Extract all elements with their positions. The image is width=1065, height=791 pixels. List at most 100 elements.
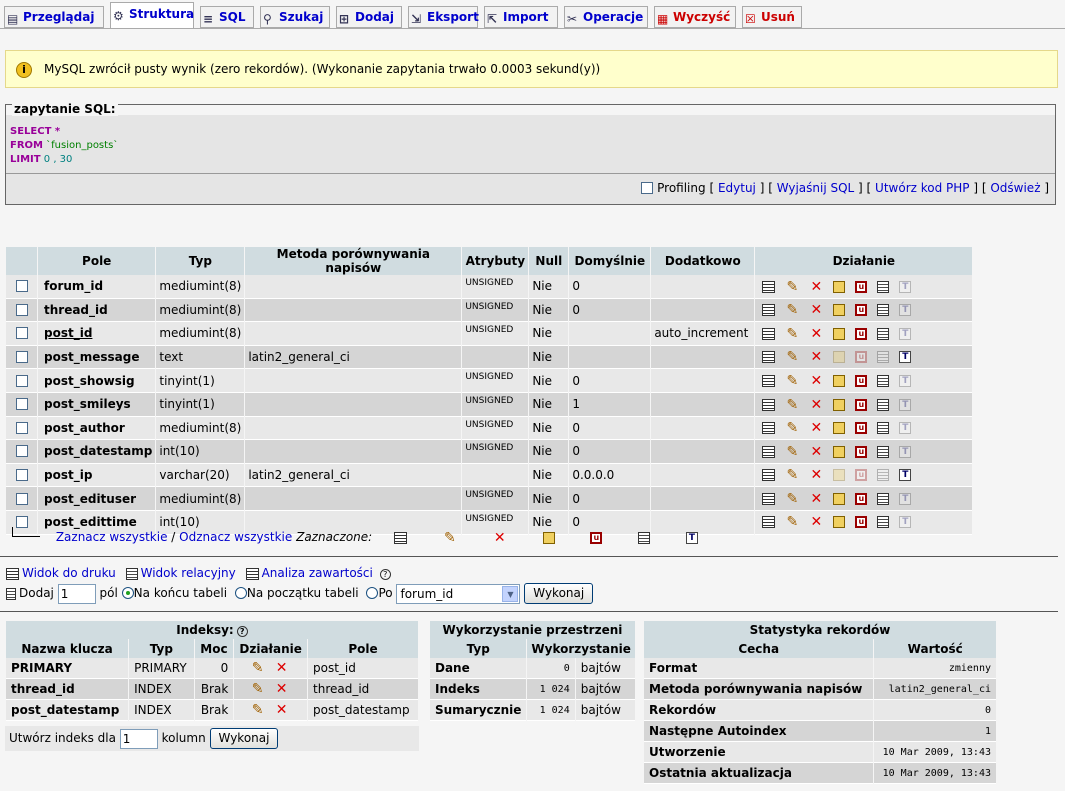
row-checkbox[interactable] — [15, 492, 28, 505]
drop-icon[interactable]: ✕ — [809, 445, 823, 459]
unique-icon[interactable]: u — [855, 351, 868, 364]
browse-values-icon[interactable] — [762, 445, 776, 458]
fulltext-icon[interactable]: T — [899, 374, 912, 387]
unique-icon[interactable]: u — [855, 492, 868, 505]
unique-icon[interactable]: u — [855, 304, 868, 317]
edit-icon[interactable]: ✎ — [785, 445, 799, 459]
unique-icon[interactable]: u — [855, 280, 868, 293]
browse-values-icon[interactable] — [762, 327, 776, 340]
row-checkbox[interactable] — [15, 374, 28, 387]
drop-icon[interactable]: ✕ — [275, 703, 289, 717]
create-index-go-button[interactable]: Wykonaj — [209, 728, 279, 749]
row-checkbox[interactable] — [15, 469, 28, 482]
browse-values-icon[interactable] — [762, 398, 776, 411]
index-icon[interactable] — [877, 398, 890, 411]
edit-icon[interactable]: ✎ — [785, 492, 799, 506]
at-end-radio[interactable] — [121, 587, 134, 599]
drop-icon[interactable]: ✕ — [275, 682, 289, 696]
edit-selected-icon[interactable]: ✎ — [443, 531, 457, 545]
edit-icon[interactable]: ✎ — [785, 350, 799, 364]
index-icon[interactable] — [877, 327, 890, 340]
browse-values-icon[interactable] — [762, 422, 776, 435]
unique-icon[interactable]: u — [855, 327, 868, 340]
help-icon[interactable]: ? — [236, 626, 248, 637]
primary-key-icon[interactable] — [833, 516, 846, 529]
unique-selected-icon[interactable]: u — [590, 531, 603, 544]
primary-key-icon[interactable] — [833, 445, 846, 458]
edit-icon[interactable]: ✎ — [785, 515, 799, 529]
unique-icon[interactable]: u — [855, 445, 868, 458]
fulltext-icon[interactable]: T — [899, 516, 912, 529]
index-icon[interactable] — [877, 445, 890, 458]
browse-values-icon[interactable] — [762, 469, 776, 482]
fulltext-icon[interactable]: T — [899, 492, 912, 505]
after-field-select[interactable]: forum_id ▼ — [396, 583, 521, 604]
drop-icon[interactable]: ✕ — [275, 661, 289, 675]
row-checkbox[interactable] — [15, 421, 28, 434]
tab-drop[interactable]: ☒ Usuń — [742, 6, 802, 28]
tab-empty[interactable]: ▦ Wyczyść — [654, 6, 736, 28]
help-icon[interactable]: ? — [379, 569, 391, 580]
drop-icon[interactable]: ✕ — [809, 515, 823, 529]
primary-key-icon[interactable] — [833, 327, 846, 340]
refresh-link[interactable]: Odśwież — [990, 181, 1040, 195]
edit-icon[interactable]: ✎ — [785, 421, 799, 435]
primary-selected-icon[interactable] — [542, 531, 555, 544]
drop-selected-icon[interactable]: ✕ — [493, 531, 507, 545]
unique-icon[interactable]: u — [855, 374, 868, 387]
drop-icon[interactable]: ✕ — [809, 327, 823, 341]
browse-values-icon[interactable] — [762, 351, 776, 364]
browse-values-icon[interactable] — [762, 374, 776, 387]
row-checkbox[interactable] — [15, 327, 28, 340]
browse-values-icon[interactable] — [762, 492, 776, 505]
index-icon[interactable] — [877, 516, 890, 529]
index-icon[interactable] — [877, 422, 890, 435]
browse-values-icon[interactable] — [762, 280, 776, 293]
edit-icon[interactable]: ✎ — [251, 661, 265, 675]
primary-key-icon[interactable] — [833, 351, 846, 364]
edit-icon[interactable]: ✎ — [785, 303, 799, 317]
primary-key-icon[interactable] — [833, 422, 846, 435]
tab-sql[interactable]: ≡ SQL — [200, 6, 254, 28]
drop-icon[interactable]: ✕ — [809, 421, 823, 435]
row-checkbox[interactable] — [15, 398, 28, 411]
index-icon[interactable] — [877, 351, 890, 364]
row-checkbox[interactable] — [15, 303, 28, 316]
unique-icon[interactable]: u — [855, 398, 868, 411]
profiling-checkbox[interactable] — [641, 182, 654, 194]
browse-values-icon[interactable] — [762, 516, 776, 529]
uncheck-all-link[interactable]: Odznacz wszystkie — [179, 530, 292, 544]
fulltext-icon[interactable]: T — [899, 280, 912, 293]
print-view-link[interactable]: Widok do druku — [22, 566, 116, 580]
edit-icon[interactable]: ✎ — [251, 703, 265, 717]
after-radio[interactable] — [366, 587, 379, 599]
tab-browse[interactable]: ▤ Przeglądaj — [4, 6, 104, 28]
edit-icon[interactable]: ✎ — [785, 398, 799, 412]
index-icon[interactable] — [877, 492, 890, 505]
tab-insert[interactable]: ⊞ Dodaj — [336, 6, 402, 28]
drop-icon[interactable]: ✕ — [809, 492, 823, 506]
edit-link[interactable]: Edytuj — [718, 181, 756, 195]
fulltext-icon[interactable]: T — [899, 327, 912, 340]
drop-icon[interactable]: ✕ — [809, 374, 823, 388]
at-beginning-radio[interactable] — [234, 587, 247, 599]
index-icon[interactable] — [877, 280, 890, 293]
primary-key-icon[interactable] — [833, 492, 846, 505]
fulltext-icon[interactable]: T — [899, 422, 912, 435]
create-php-link[interactable]: Utwórz kod PHP — [875, 181, 969, 195]
primary-key-icon[interactable] — [833, 304, 846, 317]
unique-icon[interactable]: u — [855, 516, 868, 529]
index-icon[interactable] — [877, 469, 890, 482]
drop-icon[interactable]: ✕ — [809, 398, 823, 412]
fulltext-icon[interactable]: T — [899, 469, 912, 482]
drop-icon[interactable]: ✕ — [809, 280, 823, 294]
primary-key-icon[interactable] — [833, 398, 846, 411]
add-count-input[interactable]: 1 — [57, 583, 96, 604]
tab-search[interactable]: ⚲ Szukaj — [260, 6, 330, 28]
browse-selected-icon[interactable] — [394, 531, 408, 544]
explain-sql-link[interactable]: Wyjaśnij SQL — [777, 181, 855, 195]
tab-structure[interactable]: ⚙ Struktura — [110, 2, 194, 29]
fulltext-icon[interactable]: T — [899, 351, 912, 364]
drop-icon[interactable]: ✕ — [809, 350, 823, 364]
edit-icon[interactable]: ✎ — [785, 468, 799, 482]
